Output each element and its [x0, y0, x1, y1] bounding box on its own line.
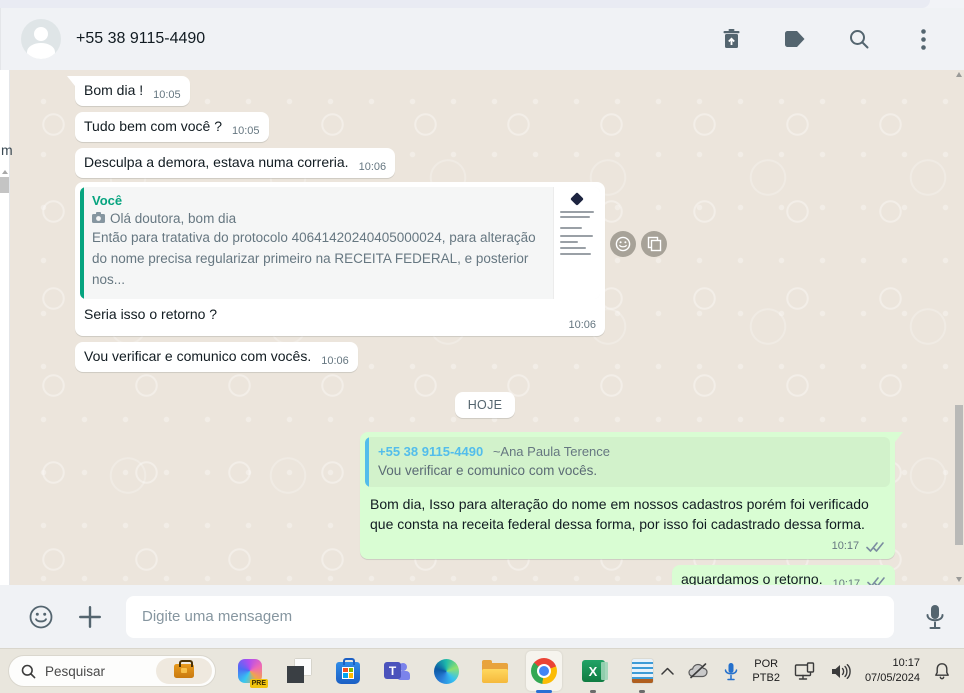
mic-icon[interactable] [924, 603, 946, 631]
delete-chat-icon[interactable] [712, 20, 750, 58]
windows-taskbar: Pesquisar PRE T X POR PTB2 10:17 07/05/2… [0, 648, 964, 693]
search-highlight-chip[interactable] [156, 658, 212, 684]
chrome-icon [531, 658, 557, 684]
search-icon [21, 664, 36, 678]
read-receipt-icon [866, 540, 885, 556]
emoji-picker-icon[interactable] [28, 604, 54, 630]
label-icon[interactable] [776, 20, 814, 58]
copilot-icon: PRE [238, 659, 268, 688]
message-time: 10:05 [153, 89, 181, 101]
attach-plus-icon[interactable] [78, 605, 102, 629]
file-explorer-icon [482, 659, 508, 683]
document-emblem [570, 192, 584, 206]
teams-icon: T [384, 659, 410, 683]
quote-body: Então para tratativa do protocolo 406414… [92, 230, 536, 287]
taskbar-app-copilot[interactable]: PRE [232, 651, 268, 691]
quote-attachment-label: Olá doutora, bom dia [110, 211, 237, 226]
browser-top-strip [0, 0, 964, 8]
message-time: 10:06 [321, 354, 349, 367]
quoted-message[interactable]: Você Olá doutora, bom dia Então para tra… [80, 187, 600, 299]
volume-icon[interactable] [830, 663, 851, 680]
message-text: Vou verificar e comunico com vocês. [84, 347, 312, 364]
message-time: 10:06 [358, 161, 387, 173]
notification-bell-icon[interactable] [934, 662, 950, 680]
taskbar-app-teams[interactable]: T [379, 651, 415, 691]
chatlist-edge: m [0, 70, 13, 585]
search-icon[interactable] [840, 20, 878, 58]
message-bubble[interactable]: Vou verificar e comunico com vocês. 10:06 [75, 341, 358, 372]
edge-icon [433, 658, 459, 684]
copilot-pre-badge: PRE [249, 679, 268, 688]
quote-sender-phone: +55 38 9115-4490 [378, 443, 484, 459]
taskbar-app-edge[interactable] [428, 651, 464, 691]
message-text: Seria isso o retorno ? [84, 305, 218, 322]
tray-date: 07/05/2024 [864, 672, 920, 684]
copy-button[interactable] [641, 231, 667, 257]
taskbar-app-notepad[interactable] [624, 651, 660, 693]
contact-avatar[interactable] [21, 19, 61, 59]
notepad-icon [631, 659, 653, 683]
quoted-document-thumbnail [553, 187, 600, 299]
date-divider: HOJE [454, 391, 516, 418]
taskbar-app-excel[interactable]: X [575, 651, 611, 693]
taskbar-app-file-explorer[interactable] [477, 651, 513, 691]
message-bubble[interactable]: Bom dia ! 10:05 [67, 76, 190, 106]
microsoft-store-icon [336, 657, 360, 684]
composer-bar [0, 585, 964, 648]
message-input[interactable] [126, 595, 894, 638]
clock[interactable]: 10:17 07/05/2024 [865, 656, 920, 686]
cast-display-icon[interactable] [794, 661, 816, 681]
excel-icon: X [581, 660, 608, 682]
message-list: Bom dia ! 10:05 Tudo bem com você ? 10:05 … [0, 70, 964, 596]
tray-time: 10:17 [892, 657, 920, 670]
chat-header: +55 38 9115-4490 [0, 8, 964, 70]
chatlist-scrollbar-thumb[interactable] [0, 177, 9, 193]
quoted-message[interactable]: +55 38 9115-4490 ~Ana Paula Terence Vou … [365, 436, 890, 487]
chatlist-scroll-up-icon[interactable] [2, 170, 8, 174]
language-indicator[interactable]: POR PTB2 [752, 657, 780, 686]
message-time: 10:17 [831, 540, 860, 553]
chat-area: m Bom dia ! 10:05 Tudo bem com você ? 10:0… [0, 70, 964, 596]
system-tray: POR PTB2 10:17 07/05/2024 [661, 656, 964, 686]
chatlist-cut-text: m [1, 142, 13, 158]
message-text: Bom dia ! [84, 82, 144, 98]
taskbar-app-store[interactable] [330, 651, 366, 691]
message-text: Desculpa a demora, estava numa correria. [84, 154, 349, 170]
camera-icon [92, 211, 105, 226]
message-bubble-with-quote[interactable]: Você Olá doutora, bom dia Então para tra… [75, 182, 605, 336]
quote-sender-name: ~Ana Paula Terence [492, 443, 611, 459]
avatar-head [34, 27, 48, 41]
search-placeholder: Pesquisar [45, 663, 106, 679]
chat-title[interactable]: +55 38 9115-4490 [76, 30, 712, 48]
scroll-up-icon[interactable] [956, 72, 962, 77]
taskbar-search[interactable]: Pesquisar [8, 655, 216, 687]
briefcase-icon [174, 660, 194, 678]
taskbar-app-chrome[interactable] [526, 651, 562, 693]
message-bubble-with-quote[interactable]: +55 38 9115-4490 ~Ana Paula Terence Vou … [360, 431, 903, 560]
taskbar-app-frames[interactable] [281, 651, 317, 691]
tray-mic-icon[interactable] [724, 662, 738, 681]
onedrive-paused-icon[interactable] [688, 663, 710, 679]
scrollbar-thumb[interactable] [955, 405, 963, 545]
frames-icon [287, 659, 311, 683]
message-bubble[interactable]: Desculpa a demora, estava numa correria.… [75, 148, 396, 178]
message-time: 10:05 [232, 125, 260, 137]
avatar-body [27, 43, 55, 59]
message-hover-actions [610, 231, 667, 257]
react-emoji-button[interactable] [610, 231, 636, 257]
menu-icon[interactable] [904, 20, 942, 58]
quote-body: Vou verificar e comunico com vocês. [378, 462, 598, 478]
scroll-down-icon[interactable] [956, 577, 962, 582]
chat-scrollbar[interactable] [954, 70, 964, 585]
message-text: Bom dia, Isso para alteração do nome em … [370, 495, 869, 533]
message-bubble[interactable]: Tudo bem com você ? 10:05 [75, 112, 269, 142]
whatsapp-window: +55 38 9115-4490 m Bom dia ! 10:05 Tudo … [0, 0, 964, 693]
tray-chevron-up-icon[interactable] [661, 667, 675, 675]
taskbar-apps: PRE T X [232, 651, 660, 693]
quote-sender: Você [92, 193, 123, 208]
message-time: 10:06 [568, 318, 596, 331]
browser-tab-edge [0, 0, 930, 8]
message-text: Tudo bem com você ? [84, 118, 222, 134]
header-icons [712, 20, 942, 58]
